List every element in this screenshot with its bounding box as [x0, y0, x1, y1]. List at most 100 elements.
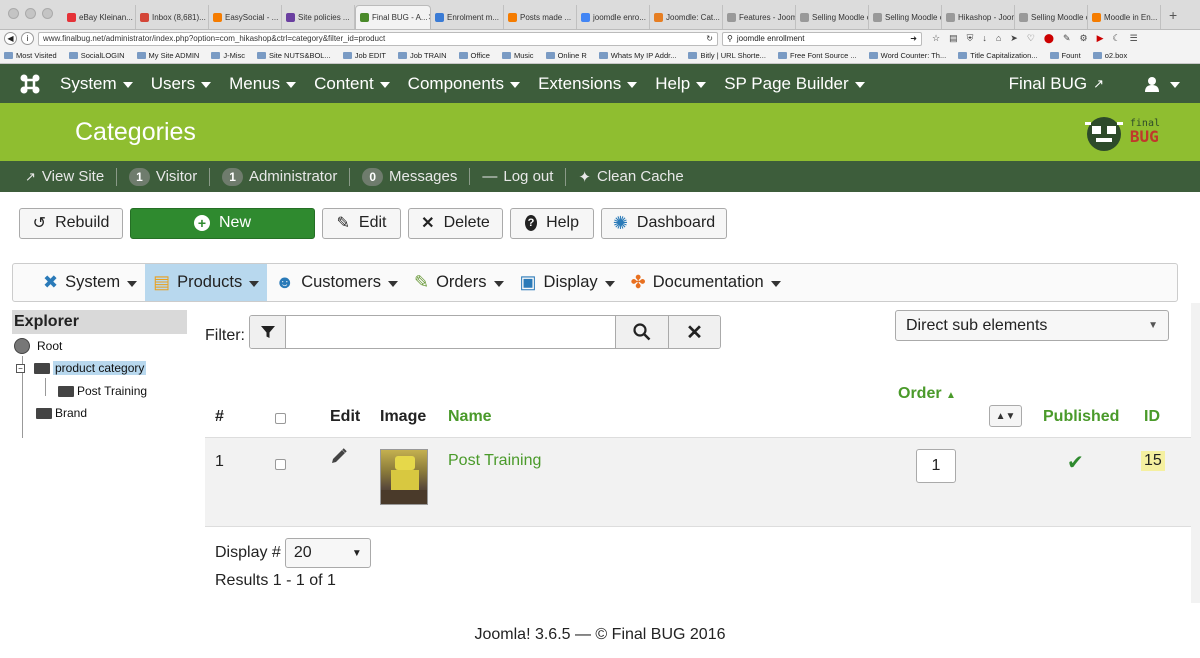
clean-cache-link[interactable]: ✦ Clean Cache: [565, 167, 695, 186]
display-limit-select[interactable]: 20 ▼: [284, 538, 371, 568]
menu-item-orders[interactable]: ✎ Orders: [406, 264, 512, 301]
col-header-id[interactable]: ID: [1144, 408, 1160, 426]
col-header-published[interactable]: Published: [1043, 408, 1119, 426]
search-box[interactable]: ⚲ joomdle enrollment ➜: [722, 31, 922, 46]
shield-icon[interactable]: ⛨: [967, 33, 974, 44]
close-window-button[interactable]: [8, 8, 19, 19]
bookmark-item[interactable]: Office: [458, 51, 490, 60]
menu-icon[interactable]: ☰: [1130, 33, 1138, 44]
minimize-window-button[interactable]: [25, 8, 36, 19]
browser-tab[interactable]: Moodle in En...: [1088, 5, 1161, 29]
tree-node-product-category[interactable]: − product category: [16, 361, 147, 375]
info-icon[interactable]: i: [21, 32, 34, 45]
tree-node-post-training[interactable]: Post Training: [58, 384, 147, 398]
bookmark-item[interactable]: SocialLOGIN: [68, 51, 125, 60]
bookmark-item[interactable]: Most Visited: [4, 51, 57, 60]
col-header-order[interactable]: Order ▲: [898, 385, 956, 403]
pocket-icon[interactable]: ♡: [1027, 33, 1035, 44]
row-name-link[interactable]: Post Training: [448, 452, 541, 470]
nav-item-menus[interactable]: Menus: [229, 74, 297, 94]
visitor-status[interactable]: 1 Visitor: [116, 167, 209, 186]
browser-tab[interactable]: Hikashop - Joom...: [942, 5, 1015, 29]
menu-item-products[interactable]: ▤ Products: [145, 264, 268, 301]
pencil-icon[interactable]: [330, 447, 348, 470]
browser-tab[interactable]: Joomdle: Cat...: [650, 5, 723, 29]
youtube-icon[interactable]: ▶: [1097, 33, 1104, 44]
filter-funnel-button[interactable]: [250, 316, 286, 348]
user-menu[interactable]: [1144, 76, 1180, 92]
nav-item-help[interactable]: Help: [655, 74, 707, 94]
logout-link[interactable]: — Log out: [469, 168, 565, 185]
menu-item-display[interactable]: ▣ Display: [512, 264, 623, 301]
bookmark-item[interactable]: Site NUTS&BOL...: [257, 51, 331, 60]
nav-item-system[interactable]: System: [60, 74, 133, 94]
reload-icon[interactable]: ↻: [706, 34, 713, 43]
adblock-icon[interactable]: ⬤: [1044, 33, 1054, 44]
view-site-link[interactable]: ↗ View Site: [25, 168, 116, 185]
search-go-icon[interactable]: ➜: [910, 34, 917, 43]
nav-item-extensions[interactable]: Extensions: [538, 74, 638, 94]
delete-button[interactable]: ✕ Delete: [408, 207, 503, 239]
clipboard-icon[interactable]: ▤: [949, 33, 958, 44]
browser-tab[interactable]: Final BUG - A...✕: [355, 5, 431, 29]
rebuild-button[interactable]: ↺ Rebuild: [19, 207, 123, 239]
admin-status[interactable]: 1 Administrator: [209, 167, 349, 186]
bookmark-item[interactable]: Whats My IP Addr...: [598, 51, 676, 60]
browser-tab[interactable]: Selling Moodle c...: [869, 5, 942, 29]
filter-input[interactable]: [286, 316, 616, 348]
bookmark-item[interactable]: Job EDIT: [342, 51, 386, 60]
published-check-icon[interactable]: ✔: [1067, 450, 1084, 475]
bookmark-item[interactable]: Word Counter: Th...: [868, 51, 946, 60]
home-icon[interactable]: ⌂: [996, 33, 1001, 44]
site-link[interactable]: Final BUG ↗: [1009, 74, 1104, 94]
bookmark-item[interactable]: J-Misc: [211, 51, 245, 60]
help-button[interactable]: ? Help: [510, 207, 594, 239]
row-order-input[interactable]: 1: [916, 449, 956, 483]
select-all-checkbox[interactable]: [275, 413, 286, 424]
row-checkbox[interactable]: [275, 459, 286, 470]
menu-item-system[interactable]: ✖ System: [35, 264, 145, 301]
maximize-window-button[interactable]: [42, 8, 53, 19]
messages-status[interactable]: 0 Messages: [349, 167, 469, 186]
joomla-logo-icon[interactable]: [0, 72, 60, 96]
col-header-name[interactable]: Name: [448, 408, 492, 426]
moon-icon[interactable]: ☾: [1113, 33, 1121, 44]
browser-tab[interactable]: Posts made ...: [504, 5, 577, 29]
page-scrollbar[interactable]: [1191, 303, 1200, 603]
nav-item-sp-page-builder[interactable]: SP Page Builder: [724, 74, 865, 94]
tree-node-root[interactable]: Root: [14, 338, 62, 354]
save-order-button[interactable]: ▲▼: [989, 405, 1022, 427]
bookmark-item[interactable]: Job TRAIN: [397, 51, 447, 60]
new-button[interactable]: + New: [130, 207, 315, 239]
send-icon[interactable]: ➤: [1010, 33, 1018, 44]
dashboard-button[interactable]: ✺ Dashboard: [601, 207, 727, 239]
bookmark-item[interactable]: Title Capitalization...: [958, 51, 1038, 60]
filter-clear-button[interactable]: ✕: [668, 316, 720, 348]
star-icon[interactable]: ☆: [932, 33, 940, 44]
browser-tab[interactable]: joomdle enro...: [577, 5, 650, 29]
filter-search-button[interactable]: [616, 316, 668, 348]
browser-tab[interactable]: Site policies ...: [282, 5, 355, 29]
bookmark-item[interactable]: My Site ADMIN: [136, 51, 199, 60]
puzzle-icon[interactable]: ⚙: [1080, 33, 1088, 44]
bookmark-item[interactable]: Fount: [1049, 51, 1081, 60]
bookmark-item[interactable]: Music: [501, 51, 534, 60]
new-tab-button[interactable]: +: [1161, 7, 1185, 29]
browser-tab[interactable]: EasySocial - ...: [209, 5, 282, 29]
browser-tab[interactable]: Features - Joom...: [723, 5, 796, 29]
nav-item-users[interactable]: Users: [151, 74, 212, 94]
browser-tab[interactable]: Inbox (8,681)...: [136, 5, 209, 29]
bookmark-item[interactable]: Free Font Source ...: [777, 51, 857, 60]
nav-item-content[interactable]: Content: [314, 74, 390, 94]
address-bar[interactable]: www.finalbug.net/administrator/index.php…: [38, 31, 718, 46]
pen-icon[interactable]: ✎: [1063, 33, 1071, 44]
browser-tab[interactable]: Selling Moodle c...: [796, 5, 869, 29]
nav-item-components[interactable]: Components: [408, 74, 521, 94]
menu-item-customers[interactable]: ☻ Customers: [267, 264, 406, 301]
filter-scope-select[interactable]: Direct sub elements ▼: [895, 310, 1169, 341]
product-thumbnail[interactable]: [380, 449, 428, 505]
tree-node-brand[interactable]: Brand: [36, 406, 87, 420]
bookmark-item[interactable]: o2.box: [1092, 51, 1127, 60]
menu-item-documentation[interactable]: ✤ Documentation: [623, 264, 789, 301]
browser-tab[interactable]: Enrolment m...: [431, 5, 504, 29]
